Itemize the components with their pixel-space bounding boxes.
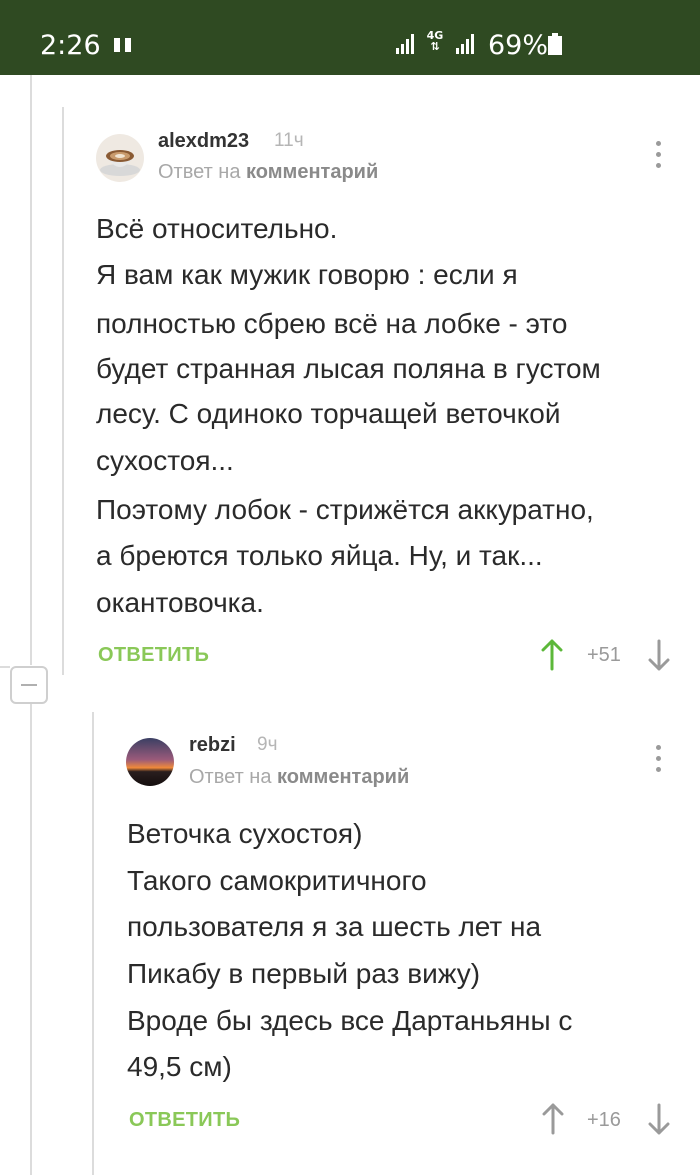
reply-to-label: Ответ на комментарий bbox=[158, 161, 379, 183]
reply-target-link[interactable]: комментарий bbox=[277, 766, 409, 788]
more-options-icon[interactable] bbox=[654, 745, 662, 775]
battery-icon bbox=[548, 33, 562, 55]
upvote-icon[interactable] bbox=[540, 639, 564, 671]
status-time: 2:26 bbox=[40, 30, 101, 61]
downvote-icon[interactable] bbox=[647, 1103, 671, 1135]
comment-text-line: Я вам как мужик говорю : если я bbox=[96, 259, 518, 290]
reply-button[interactable]: ОТВЕТИТЬ bbox=[98, 643, 209, 667]
reply-button[interactable]: ОТВЕТИТЬ bbox=[129, 1108, 240, 1132]
comment-score: +51 bbox=[587, 644, 621, 666]
downvote-icon[interactable] bbox=[647, 639, 671, 671]
thread-line-outer bbox=[30, 75, 32, 665]
comment-score: +16 bbox=[587, 1109, 621, 1131]
comment-text-line: Такого самокритичного bbox=[127, 865, 427, 896]
network-type-icon: 4G ⇅ bbox=[426, 29, 444, 53]
comment-text-line: Веточка сухостоя) bbox=[127, 818, 363, 849]
comment-text-line: лесу. С одиноко торчащей веточкой bbox=[96, 398, 561, 429]
more-options-icon[interactable] bbox=[654, 141, 662, 171]
comment-text-line: а бреются только яйца. Ну, и так... bbox=[96, 540, 543, 571]
coffee-cup-avatar[interactable] bbox=[96, 134, 144, 182]
comment-text-line: 49,5 см) bbox=[127, 1051, 232, 1082]
status-bar: 2:26 4G ⇅ 69% bbox=[0, 0, 700, 75]
reply-target-link[interactable]: комментарий bbox=[246, 161, 378, 183]
comment-text-line: окантовочка. bbox=[96, 587, 264, 618]
comment-text-line: полностью сбрею всё на лобке - это bbox=[96, 308, 568, 339]
thread-line-comment-2 bbox=[92, 712, 94, 1175]
pause-icon bbox=[114, 38, 134, 52]
upvote-icon[interactable] bbox=[541, 1103, 565, 1135]
thread-line-comment-1 bbox=[62, 107, 64, 675]
comment-text-line: Поэтому лобок - стрижётся аккуратно, bbox=[96, 494, 594, 525]
comment-text-line: Вроде бы здесь все Дартаньяны с bbox=[127, 1005, 573, 1036]
thread-connector bbox=[0, 666, 10, 668]
comment-text-line: Всё относительно. bbox=[96, 213, 338, 244]
comment-username[interactable]: alexdm23 bbox=[158, 129, 249, 153]
comment-text-line: будет странная лысая поляна в густом bbox=[96, 353, 601, 384]
reply-to-label: Ответ на комментарий bbox=[189, 766, 410, 788]
comment-text-line: Пикабу в первый раз вижу) bbox=[127, 958, 481, 989]
signal-icon bbox=[396, 34, 414, 54]
comment-time: 11ч bbox=[274, 130, 304, 151]
battery-percent: 69% bbox=[488, 30, 549, 61]
collapse-thread-button[interactable] bbox=[10, 666, 48, 704]
thread-line-outer-lower bbox=[30, 704, 32, 1175]
comment-text-line: сухостоя... bbox=[96, 445, 234, 476]
comment-text-line: пользователя я за шесть лет на bbox=[127, 911, 542, 942]
comment-username[interactable]: rebzi bbox=[189, 733, 236, 757]
comment-time: 9ч bbox=[257, 734, 278, 755]
signal-icon-2 bbox=[456, 34, 474, 54]
sunset-avatar[interactable] bbox=[126, 738, 174, 786]
